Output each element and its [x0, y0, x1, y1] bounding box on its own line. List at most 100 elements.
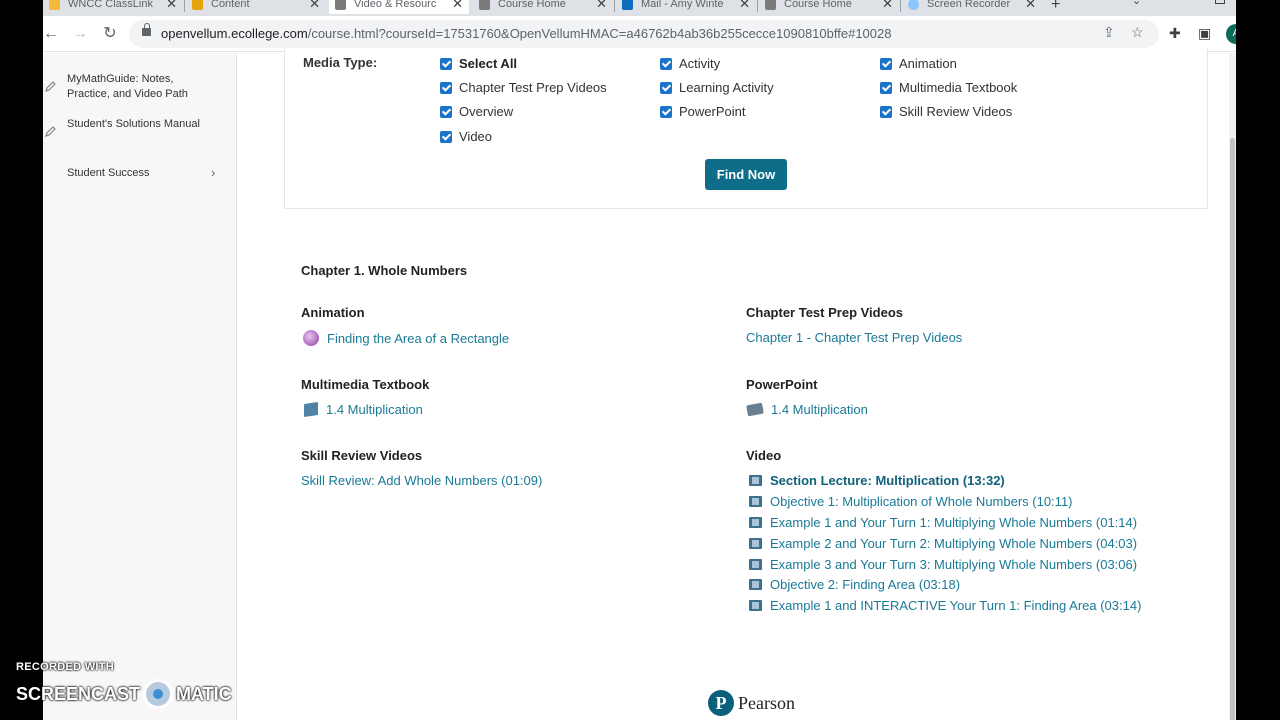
video-link[interactable]: Example 1 and INTERACTIVE Your Turn 1: F…: [749, 598, 1141, 613]
video-link[interactable]: Objective 1: Multiplication of Whole Num…: [749, 494, 1073, 509]
resource-link[interactable]: 1.4 Multiplication: [304, 402, 423, 417]
animation-heading: Animation: [301, 305, 365, 320]
back-button[interactable]: ←: [43, 24, 61, 44]
bookmark-star-icon[interactable]: ☆: [1131, 24, 1144, 41]
pencil-icon: [45, 81, 56, 92]
tab-video-resources[interactable]: Video & Resourc ✕: [329, 0, 469, 14]
avatar[interactable]: A: [1226, 24, 1236, 44]
checkbox-checked-icon: [440, 105, 452, 118]
scrollbar-thumb[interactable]: [1230, 138, 1235, 720]
checkbox-checked-icon: [440, 130, 452, 143]
reload-button[interactable]: ↻: [100, 24, 120, 44]
chapter-test-prep-checkbox[interactable]: Chapter Test Prep Videos: [440, 80, 607, 95]
close-icon[interactable]: ✕: [166, 0, 177, 12]
learning-activity-checkbox[interactable]: Learning Activity: [660, 80, 774, 95]
video-icon: [749, 517, 762, 528]
course-sidebar: MyMathGuide: Notes, Practice, and Video …: [43, 53, 237, 720]
skill-review-checkbox[interactable]: Skill Review Videos: [880, 104, 1012, 119]
forward-button[interactable]: →: [70, 24, 90, 44]
sidebar-item-student-success[interactable]: Student Success ›: [43, 165, 237, 184]
resource-link[interactable]: Finding the Area of a Rectangle: [303, 330, 509, 346]
content-icon: [192, 0, 203, 10]
new-tab-button[interactable]: +: [1051, 0, 1060, 14]
close-icon[interactable]: ✕: [596, 0, 607, 12]
page-icon: [479, 0, 490, 10]
select-all-checkbox[interactable]: Select All: [440, 56, 517, 71]
checkbox-checked-icon: [440, 81, 452, 94]
skill-review-heading: Skill Review Videos: [301, 448, 423, 463]
page-scrollbar[interactable]: [1229, 53, 1236, 720]
powerpoint-icon: [746, 402, 764, 417]
powerpoint-checkbox[interactable]: PowerPoint: [660, 104, 745, 119]
sidebar-item-mymathguide[interactable]: MyMathGuide: Notes, Practice, and Video …: [43, 72, 237, 104]
multimedia-textbook-checkbox[interactable]: Multimedia Textbook: [880, 80, 1017, 95]
close-icon[interactable]: ✕: [452, 0, 463, 12]
browser-window: WNCC ClassLink ✕ Content ✕ Video & Resou…: [43, 0, 1236, 720]
address-bar[interactable]: openvellum.ecollege.com/course.html?cour…: [129, 20, 1159, 48]
close-icon[interactable]: ✕: [309, 0, 320, 12]
sidebar-item-label: Student's Solutions Manual: [67, 118, 200, 130]
lock-icon: [142, 23, 151, 36]
classlink-icon: [49, 0, 60, 10]
checkbox-checked-icon: [880, 57, 892, 70]
video-checkbox[interactable]: Video: [440, 129, 492, 144]
multimedia-textbook-heading: Multimedia Textbook: [301, 377, 430, 392]
sidebar-item-label: Student Success: [67, 167, 150, 179]
restore-window-icon[interactable]: [1215, 0, 1225, 4]
close-icon[interactable]: ✕: [882, 0, 893, 12]
checkbox-checked-icon: [660, 81, 672, 94]
sidebar-item-solutions-manual[interactable]: Student's Solutions Manual: [43, 117, 237, 149]
video-icon: [749, 600, 762, 611]
close-icon[interactable]: ✕: [739, 0, 750, 12]
resource-link[interactable]: 1.4 Multiplication: [746, 402, 868, 417]
close-icon[interactable]: ✕: [1025, 0, 1036, 12]
screencast-logo-icon: [143, 679, 174, 709]
video-link[interactable]: Example 2 and Your Turn 2: Multiplying W…: [749, 536, 1137, 551]
screen-edge: [1236, 0, 1280, 720]
checkbox-checked-icon: [660, 57, 672, 70]
checkbox-checked-icon: [880, 81, 892, 94]
extensions-icon[interactable]: ✚: [1169, 25, 1181, 42]
animation-checkbox[interactable]: Animation: [880, 56, 957, 71]
overview-checkbox[interactable]: Overview: [440, 104, 513, 119]
video-link[interactable]: Objective 2: Finding Area (03:18): [749, 577, 960, 592]
activity-checkbox[interactable]: Activity: [660, 56, 720, 71]
chevron-right-icon: ›: [211, 165, 216, 180]
video-link[interactable]: Example 3 and Your Turn 3: Multiplying W…: [749, 557, 1137, 572]
tab-strip: WNCC ClassLink ✕ Content ✕ Video & Resou…: [43, 0, 1236, 16]
video-link[interactable]: Section Lecture: Multiplication (13:32): [749, 473, 1005, 488]
powerpoint-heading: PowerPoint: [746, 377, 818, 392]
tab-screen-recorder[interactable]: Screen Recorder ✕: [902, 0, 1042, 14]
recorder-icon: [908, 0, 919, 10]
find-now-button[interactable]: Find Now: [705, 159, 787, 190]
tab-course-home[interactable]: Course Home ✕: [473, 0, 613, 14]
video-link[interactable]: Example 1 and Your Turn 1: Multiplying W…: [749, 515, 1137, 530]
page-icon: [335, 0, 346, 10]
checkbox-checked-icon: [880, 105, 892, 118]
pencil-icon: [45, 126, 56, 137]
page-icon: [765, 0, 776, 10]
book-icon: [304, 402, 318, 417]
main-content: Media Type: Select All Chapter Test Prep…: [238, 49, 1228, 720]
checkbox-checked-icon: [660, 105, 672, 118]
video-icon: [749, 475, 762, 486]
url-text[interactable]: openvellum.ecollege.com/course.html?cour…: [161, 26, 891, 41]
video-heading: Video: [746, 448, 782, 463]
tab-content[interactable]: Content ✕: [186, 0, 326, 14]
tab-course-home-2[interactable]: Course Home ✕: [759, 0, 899, 14]
tab-mail[interactable]: Mail - Amy Winte ✕: [616, 0, 756, 14]
video-icon: [749, 496, 762, 507]
side-panel-icon[interactable]: ▣: [1198, 25, 1211, 42]
resource-link[interactable]: Skill Review: Add Whole Numbers (01:09): [301, 473, 542, 488]
browser-toolbar: ← → ↻ openvellum.ecollege.com/course.htm…: [43, 16, 1236, 52]
tab-search-icon[interactable]: ⌄: [1132, 0, 1141, 7]
resource-link[interactable]: Chapter 1 - Chapter Test Prep Videos: [746, 330, 962, 345]
media-filter-panel: Media Type: Select All Chapter Test Prep…: [284, 49, 1208, 209]
screencast-watermark: RECORDED WITH SCREENCAST MATIC: [16, 661, 232, 709]
checkbox-checked-icon: [440, 57, 452, 70]
chapter-heading: Chapter 1. Whole Numbers: [301, 263, 468, 278]
share-icon[interactable]: ⇪: [1103, 24, 1115, 41]
sidebar-item-label: MyMathGuide: Notes, Practice, and Video …: [67, 73, 188, 100]
video-icon: [749, 579, 762, 590]
tab-wncc-classlink[interactable]: WNCC ClassLink ✕: [43, 0, 183, 14]
